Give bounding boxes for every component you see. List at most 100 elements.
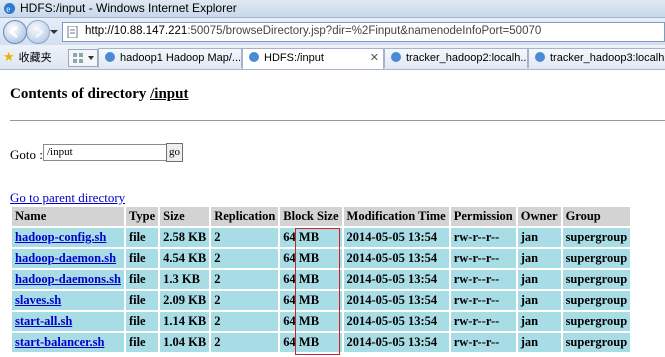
table-cell: file	[125, 249, 159, 268]
table-cell: jan	[517, 291, 561, 310]
table-cell: 2	[211, 228, 279, 247]
table-cell: 64 MB	[280, 291, 342, 310]
ie-logo-icon: e	[4, 3, 15, 14]
directory-table: Name Type Size Replication Block Size Modific…	[10, 205, 632, 354]
table-cell: supergroup	[562, 312, 631, 331]
table-cell: supergroup	[562, 291, 631, 310]
page-content: Contents of directory /input Goto : /inp…	[0, 70, 665, 357]
column-header: Block Size	[280, 207, 342, 226]
back-arrow-icon	[9, 26, 18, 38]
page-icon	[67, 26, 78, 38]
history-dropdown-icon[interactable]	[50, 28, 58, 36]
table-cell: 64 MB	[280, 312, 342, 331]
table-cell: 2	[211, 312, 279, 331]
table-cell: supergroup	[562, 270, 631, 289]
table-cell: rw-r--r--	[450, 333, 516, 352]
url-text: http://10.88.147.221:50075/browseDirecto…	[85, 25, 541, 37]
table-cell: 2014-05-05 13:54	[343, 249, 449, 268]
table-row: start-all.sh file 1.14 KB 2 64 MB 2014-05-05 …	[12, 312, 631, 331]
table-cell: 2.09 KB	[160, 291, 210, 310]
table-cell: 64 MB	[280, 333, 342, 352]
heading-path-link[interactable]: /input	[150, 86, 188, 102]
table-cell: 2.58 KB	[160, 228, 210, 247]
table-row: slaves.sh file 2.09 KB 2 64 MB 2014-05-05 13:…	[12, 291, 631, 310]
column-header: Replication	[211, 207, 279, 226]
table-cell: file	[125, 333, 159, 352]
url-host: http://10.88.147.221	[85, 25, 188, 37]
column-header: Permission	[450, 207, 516, 226]
file-link[interactable]: start-balancer.sh	[15, 335, 104, 349]
file-name-cell: hadoop-daemons.sh	[12, 270, 124, 289]
window-title-bar: e HDFS:/input - Windows Internet Explore…	[0, 0, 665, 18]
star-icon: ★	[3, 49, 15, 64]
file-name-cell: slaves.sh	[12, 291, 124, 310]
tab-tracker-hadoop3[interactable]: tracker_hadoop3:localh...	[528, 48, 665, 68]
file-link[interactable]: hadoop-config.sh	[15, 230, 106, 244]
column-header: Size	[160, 207, 210, 226]
url-rest: :50075/browseDirectory.jsp?dir=%2Finput&…	[187, 25, 542, 37]
table-cell: 2014-05-05 13:54	[343, 270, 449, 289]
back-button[interactable]	[3, 20, 27, 44]
table-cell: rw-r--r--	[450, 228, 516, 247]
page-icon	[105, 52, 115, 62]
table-cell: file	[125, 270, 159, 289]
page-title: Contents of directory /input	[10, 86, 188, 103]
table-cell: 64 MB	[280, 249, 342, 268]
page-icon	[249, 52, 259, 62]
tab-hdfs-input[interactable]: HDFS:/input ✕	[242, 48, 384, 69]
heading-prefix: Contents of directory	[10, 86, 151, 102]
table-cell: jan	[517, 312, 561, 331]
table-cell: 2014-05-05 13:54	[343, 291, 449, 310]
address-bar: http://10.88.147.221:50075/browseDirecto…	[0, 18, 665, 45]
table-cell: rw-r--r--	[450, 312, 516, 331]
favorites-label: 收藏夹	[18, 52, 52, 64]
table-cell: 1.14 KB	[160, 312, 210, 331]
table-cell: 2014-05-05 13:54	[343, 228, 449, 247]
file-link[interactable]: hadoop-daemons.sh	[15, 272, 121, 286]
svg-text:e: e	[6, 4, 10, 14]
goto-input[interactable]: /input	[43, 144, 169, 161]
quick-tabs-button[interactable]	[68, 49, 98, 67]
table-row: start-balancer.sh file 1.04 KB 2 64 MB 2014-0…	[12, 333, 631, 352]
forward-button[interactable]	[26, 20, 50, 44]
file-name-cell: hadoop-config.sh	[12, 228, 124, 247]
tab-tracker-hadoop2[interactable]: tracker_hadoop2:localh...	[384, 48, 528, 68]
file-name-cell: hadoop-daemon.sh	[12, 249, 124, 268]
table-cell: 4.54 KB	[160, 249, 210, 268]
file-link[interactable]: hadoop-daemon.sh	[15, 251, 116, 265]
table-cell: 2014-05-05 13:54	[343, 312, 449, 331]
table-header-row: Name Type Size Replication Block Size Modific…	[12, 207, 631, 226]
table-cell: rw-r--r--	[450, 291, 516, 310]
tab-label: hadoop1 Hadoop Map/...	[120, 52, 242, 64]
tab-label: tracker_hadoop3:localh...	[550, 52, 665, 64]
close-tab-icon[interactable]: ✕	[370, 49, 379, 68]
column-header: Type	[125, 207, 159, 226]
table-cell: rw-r--r--	[450, 270, 516, 289]
table-cell: 1.3 KB	[160, 270, 210, 289]
file-link[interactable]: slaves.sh	[15, 293, 61, 307]
table-cell: file	[125, 291, 159, 310]
table-cell: supergroup	[562, 249, 631, 268]
forward-arrow-icon	[35, 26, 44, 38]
parent-directory-link[interactable]: Go to parent directory	[10, 190, 125, 206]
table-cell: file	[125, 312, 159, 331]
table-cell: file	[125, 228, 159, 247]
goto-label: Goto :	[10, 147, 43, 162]
column-header: Owner	[517, 207, 561, 226]
table-cell: supergroup	[562, 333, 631, 352]
table-cell: rw-r--r--	[450, 249, 516, 268]
url-input[interactable]: http://10.88.147.221:50075/browseDirecto…	[62, 22, 665, 42]
column-header: Group	[562, 207, 631, 226]
table-cell: 64 MB	[280, 270, 342, 289]
go-button[interactable]: go	[166, 143, 183, 162]
tab-bar: ★ 收藏夹 hadoop1 Hadoop Map/... HDFS:/input …	[0, 45, 665, 70]
table-cell: 2	[211, 249, 279, 268]
tab-label: tracker_hadoop2:localh...	[406, 52, 528, 64]
file-link[interactable]: start-all.sh	[15, 314, 72, 328]
tab-hadoop-map[interactable]: hadoop1 Hadoop Map/...	[98, 48, 242, 68]
tab-label: HDFS:/input	[264, 52, 324, 64]
favorites-button[interactable]: ★ 收藏夹	[3, 49, 52, 65]
table-cell: 2	[211, 270, 279, 289]
page-icon	[391, 52, 401, 62]
table-row: hadoop-daemons.sh file 1.3 KB 2 64 MB 2014-05…	[12, 270, 631, 289]
